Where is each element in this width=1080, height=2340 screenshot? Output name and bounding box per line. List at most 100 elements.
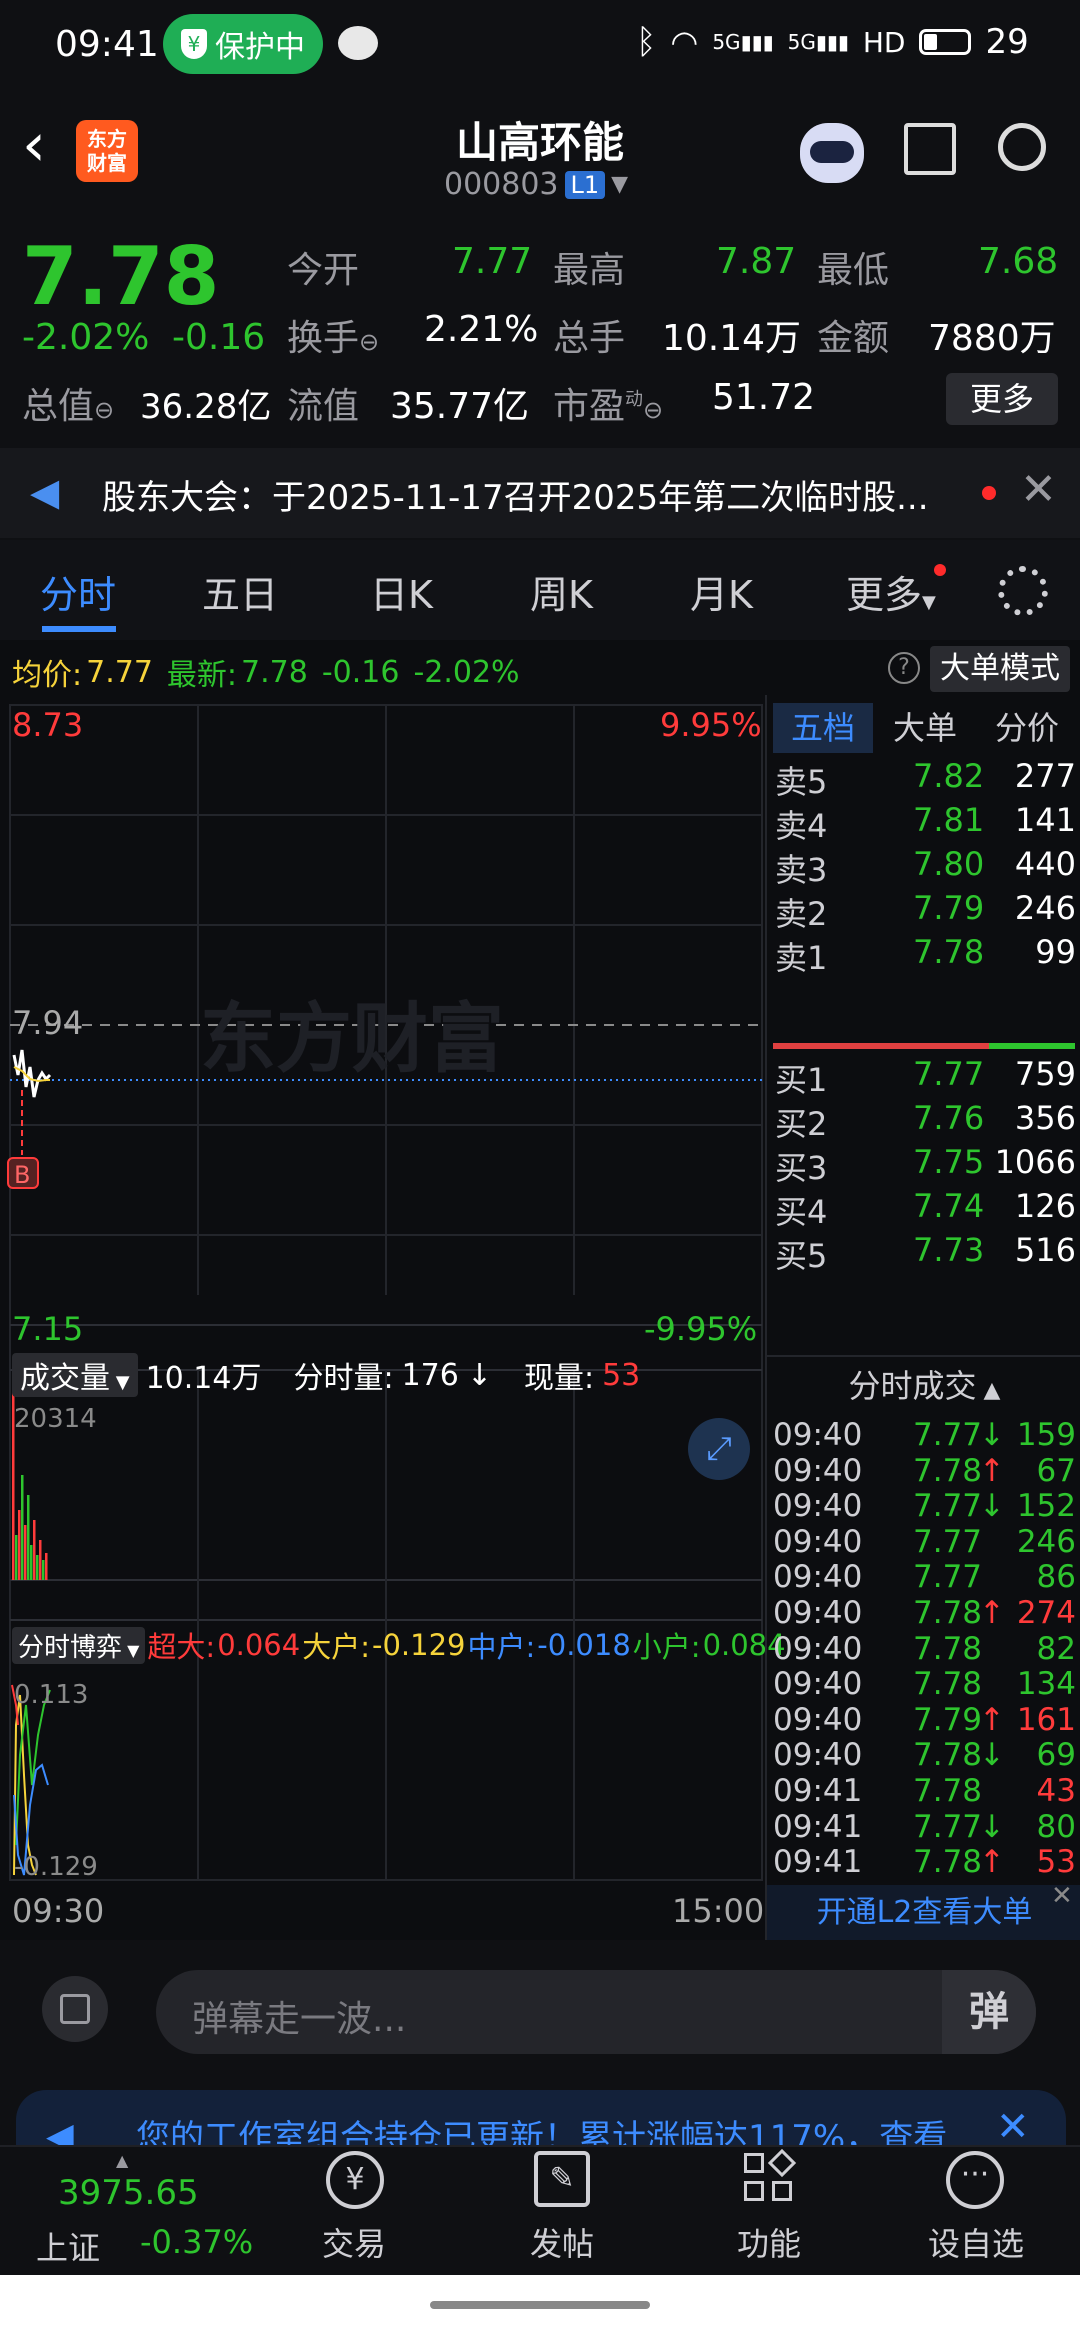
trade-direction: ↑ [979, 1594, 1005, 1631]
buy-level-row[interactable]: 买3 7.75 1066 [767, 1143, 1080, 1187]
trade-volume: 69 [1036, 1737, 1076, 1774]
buy-level-row[interactable]: 买4 7.74 126 [767, 1187, 1080, 1231]
comment-placeholder: 弹幕走一波... [192, 1999, 407, 2040]
comment-list-icon[interactable] [42, 1976, 108, 2042]
sell-level-row[interactable]: 卖1 7.78 99 [767, 933, 1080, 977]
trade-price: 7.78 [913, 1666, 983, 1703]
volume-selector[interactable]: 成交量 ▼ [12, 1353, 138, 1397]
buy-level-price: 7.75 [913, 1143, 985, 1181]
avg-value: 7.77 [86, 654, 153, 690]
buy-levels: 买1 7.77 759 买2 7.76 356 买3 7.75 1066 买4 7.74 126 买5 7… [767, 1055, 1080, 1275]
float-label: 流值 [287, 386, 360, 427]
tab-more[interactable]: 更多▼ [846, 564, 936, 619]
trade-row: 09:40 7.78 ↓ 69 [767, 1737, 1080, 1773]
sell-level-price: 7.81 [913, 801, 985, 839]
trade-row: 09:40 7.77 ↓ 152 [767, 1488, 1080, 1524]
tab-day-k[interactable]: 日K [370, 564, 433, 619]
share-icon[interactable] [904, 123, 956, 175]
post-icon[interactable]: ✎ [534, 2151, 590, 2207]
trade-icon[interactable]: ¥ [326, 2151, 384, 2209]
home-indicator[interactable] [430, 2301, 650, 2309]
trade-time: 09:40 [773, 1452, 863, 1489]
sell-level-label: 卖1 [775, 939, 828, 977]
tab-month-k[interactable]: 月K [690, 564, 753, 619]
protect-badge[interactable]: ¥ 保护中 [163, 14, 323, 74]
sell-level-row[interactable]: 卖4 7.81 141 [767, 801, 1080, 845]
nav-trade[interactable]: 交易 [322, 2219, 386, 2265]
volume-bar [36, 1555, 39, 1580]
trade-direction: ↑ [979, 1701, 1005, 1738]
bottom-nav: ▲ 3975.65 上证 -0.37% ¥ 交易 ✎ 发帖 功能 ··· 设自选 [0, 2145, 1080, 2275]
y-bot-pct: -9.95% [644, 1310, 758, 1348]
l2-close-icon[interactable]: ✕ [1051, 1881, 1073, 1911]
open-l2-link[interactable]: 开通L2查看大单 [767, 1885, 1080, 1940]
trades-title[interactable]: 分时成交 ▲ [767, 1355, 1080, 1415]
bluetooth-icon: ᛒ [636, 22, 657, 62]
tab-fenshi[interactable]: 分时 [40, 564, 116, 619]
clock: 09:41 [55, 24, 159, 65]
trade-price: 7.78 [913, 1737, 983, 1774]
trade-direction: ↓ [979, 1488, 1005, 1525]
nav-function[interactable]: 功能 [737, 2219, 801, 2265]
index-name[interactable]: 上证 [36, 2223, 100, 2269]
bo-selector[interactable]: 分时博弈 ▼ [12, 1626, 146, 1664]
trade-volume: 67 [1036, 1452, 1076, 1489]
more-dots-icon[interactable]: ··· [946, 2151, 1004, 2209]
turnover-value: 2.21% [424, 309, 539, 350]
ob-tab-big[interactable]: 大单 [893, 703, 957, 753]
stock-code-row[interactable]: 000803 L1 ▼ [444, 167, 628, 202]
search-icon[interactable] [998, 123, 1046, 171]
trades-list: 09:40 7.77 ↓ 159 09:40 7.78 ↑ 67 09:40 7.77 ↓ 152 09… [767, 1417, 1080, 1880]
trade-volume: 53 [1036, 1844, 1076, 1881]
tab-week-k[interactable]: 周K [530, 564, 593, 619]
trade-volume: 82 [1036, 1630, 1076, 1667]
nav-post[interactable]: 发帖 [530, 2219, 594, 2265]
shield-icon: ¥ [181, 29, 207, 59]
trade-price: 7.77 [913, 1808, 983, 1845]
robot-assistant-icon[interactable] [800, 123, 864, 183]
sell-level-volume: 99 [1035, 933, 1076, 971]
last-chg: -0.16 [321, 654, 400, 690]
sell-level-row[interactable]: 卖3 7.80 440 [767, 845, 1080, 889]
stock-code: 000803 [444, 167, 559, 202]
ob-tab-five[interactable]: 五档 [773, 703, 873, 753]
buy-level-row[interactable]: 买1 7.77 759 [767, 1055, 1080, 1099]
gesture-area [0, 2275, 1080, 2340]
expand-icon[interactable]: ⤢ [688, 1418, 750, 1480]
buy-level-row[interactable]: 买2 7.76 356 [767, 1099, 1080, 1143]
index-pct[interactable]: -0.37% [140, 2223, 253, 2261]
trade-direction: ↓ [979, 1417, 1005, 1453]
sell-level-row[interactable]: 卖5 7.82 277 [767, 757, 1080, 801]
index-value[interactable]: 3975.65 [58, 2173, 199, 2213]
function-icon[interactable] [744, 2148, 797, 2203]
trade-row: 09:40 7.77 246 [767, 1524, 1080, 1560]
help-icon[interactable]: ? [888, 652, 920, 684]
ob-tab-price[interactable]: 分价 [995, 703, 1059, 753]
notice-bar[interactable]: ◀ 股东大会：于2025-11-17召开2025年第二次临时股... ✕ [0, 448, 1080, 538]
sell-level-label: 卖2 [775, 895, 828, 933]
bottom-area: 弹幕走一波... 弹 ◀ 您的工作室组合持仓已更新！累计涨幅达117%，查看 ✕… [0, 1940, 1080, 2340]
buy-level-row[interactable]: 买5 7.73 516 [767, 1231, 1080, 1275]
fenshi-volume-arrow: ↓ [466, 1357, 492, 1393]
trade-volume: 274 [1016, 1594, 1076, 1631]
banner-close-icon[interactable]: ✕ [996, 2104, 1030, 2150]
danmu-toggle-button[interactable]: 弹 [942, 1970, 1036, 2054]
last-pct: -2.02% [413, 654, 520, 690]
volume-total: 10.14万 [145, 1361, 262, 1396]
comment-input[interactable]: 弹幕走一波... 弹 [156, 1970, 1036, 2054]
close-icon[interactable]: ✕ [1020, 464, 1057, 515]
more-quote-button[interactable]: 更多 [946, 373, 1058, 425]
big-order-mode-button[interactable]: 大单模式 [930, 646, 1070, 692]
trade-direction: ↓ [979, 1808, 1005, 1845]
tab-five-day[interactable]: 五日 [202, 564, 278, 619]
change-percent: -2.02% [22, 317, 150, 358]
index-indicator: ▲ [116, 2151, 129, 2170]
sell-level-row[interactable]: 卖2 7.79 246 [767, 889, 1080, 933]
gear-icon[interactable] [998, 566, 1048, 616]
trade-volume: 134 [1016, 1666, 1076, 1703]
period-tabs: 分时 五日 日K 周K 月K 更多▼ [0, 540, 1080, 640]
trade-time: 09:40 [773, 1559, 863, 1596]
trade-direction: ↓ [979, 1737, 1005, 1774]
status-bar: 09:41 ¥ 保护中 ᛒ ◠ 5G▮▮▮ 5G▮▮▮ HD 29 [0, 0, 1080, 95]
nav-add-watch[interactable]: 设自选 [928, 2219, 1024, 2265]
